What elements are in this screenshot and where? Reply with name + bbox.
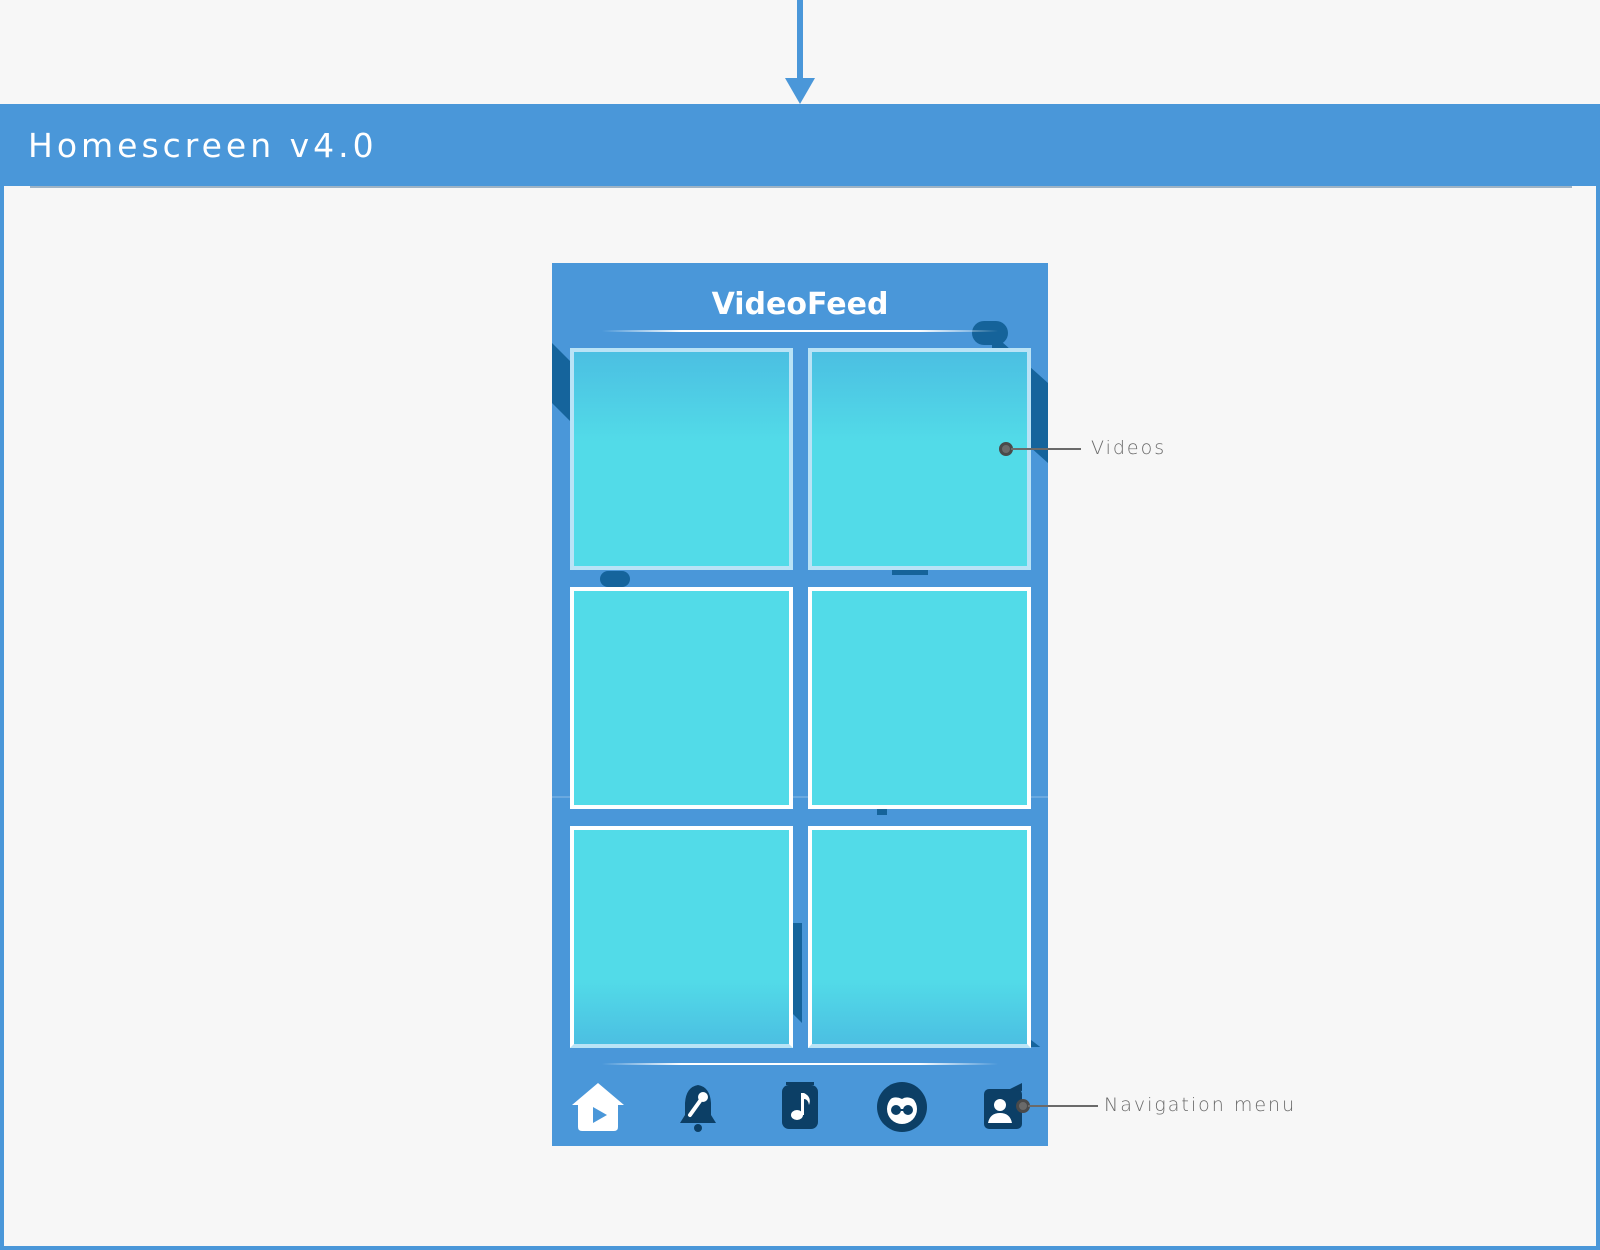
header-divider <box>30 186 1572 188</box>
videos-callout-label: Videos <box>1091 437 1167 459</box>
video-tile-6[interactable] <box>808 826 1031 1048</box>
music-note-icon[interactable] <box>772 1079 828 1135</box>
flow-arrow-head <box>785 78 815 104</box>
video-tile-1[interactable] <box>570 348 793 570</box>
video-tile-3[interactable] <box>570 587 793 809</box>
video-tile-4[interactable] <box>808 587 1031 809</box>
feed-title: VideoFeed <box>711 287 889 322</box>
navigation-menu <box>552 1073 1048 1143</box>
video-tile-2[interactable] <box>808 348 1031 570</box>
phone-mockup: VideoFeed <box>552 263 1048 1146</box>
home-video-icon[interactable] <box>570 1079 626 1135</box>
video-tile-5[interactable] <box>570 826 793 1048</box>
videos-callout-line <box>1011 448 1081 450</box>
navigation-callout-label: Navigation menu <box>1104 1094 1297 1116</box>
nav-divider <box>602 1063 998 1065</box>
navigation-callout-line <box>1028 1105 1098 1107</box>
flow-arrow-line <box>797 0 803 80</box>
screen-title: Homescreen v4.0 <box>28 126 378 165</box>
title-divider <box>602 330 998 332</box>
avatar-glasses-icon[interactable] <box>874 1079 930 1135</box>
screen-header: Homescreen v4.0 <box>0 104 1600 186</box>
microphone-bell-icon[interactable] <box>670 1079 726 1135</box>
